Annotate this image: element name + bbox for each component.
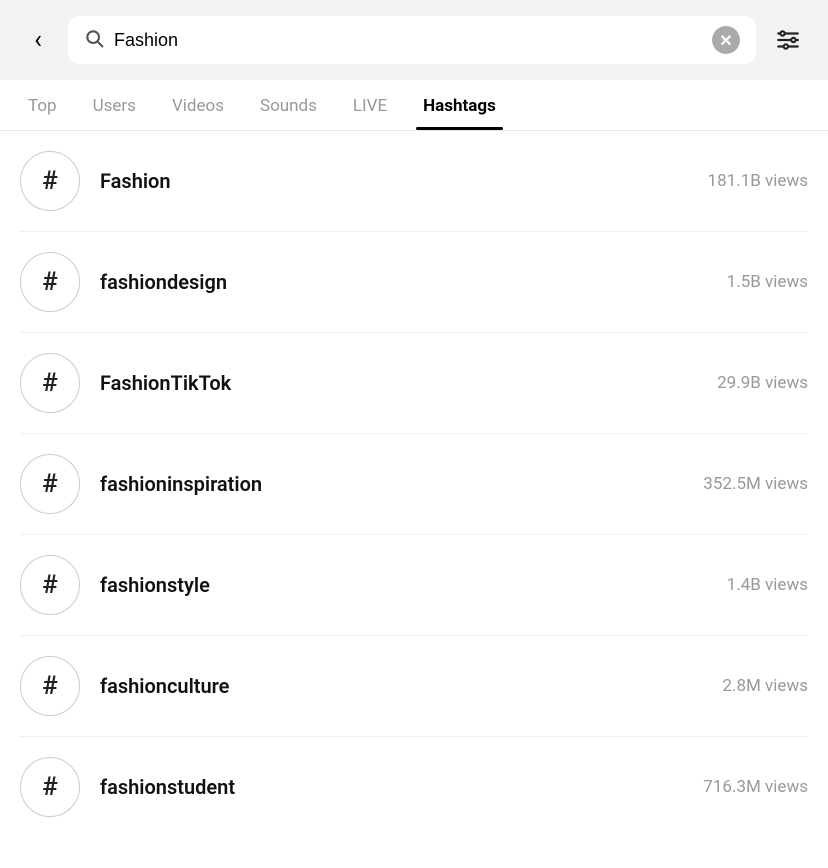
hashtag-list: # Fashion 181.1B views # fashiondesign 1… <box>0 131 828 837</box>
item-info: fashionstudent <box>100 775 683 799</box>
hashtag-icon: # <box>20 757 80 817</box>
hashtag-name: fashioninspiration <box>100 472 683 496</box>
clear-icon: ✕ <box>719 31 732 50</box>
hashtag-views: 352.5M views <box>703 474 808 494</box>
search-header: ‹ Fashion ✕ <box>0 0 828 80</box>
list-item[interactable]: # fashiondesign 1.5B views <box>20 232 808 333</box>
hashtag-views: 1.4B views <box>727 575 808 595</box>
item-info: fashionculture <box>100 674 702 698</box>
hashtag-icon: # <box>20 353 80 413</box>
hashtag-icon: # <box>20 555 80 615</box>
filter-button[interactable] <box>768 20 808 60</box>
hashtag-name: Fashion <box>100 169 688 193</box>
list-item[interactable]: # fashionstudent 716.3M views <box>20 737 808 837</box>
item-info: fashioninspiration <box>100 472 683 496</box>
hashtag-views: 29.9B views <box>717 373 808 393</box>
tab-hashtags[interactable]: Hashtags <box>405 80 514 130</box>
tab-top[interactable]: Top <box>10 80 75 130</box>
filter-icon <box>775 27 801 53</box>
item-info: Fashion <box>100 169 688 193</box>
list-item[interactable]: # Fashion 181.1B views <box>20 131 808 232</box>
list-item[interactable]: # fashionstyle 1.4B views <box>20 535 808 636</box>
search-bar: Fashion ✕ <box>68 16 756 64</box>
hashtag-name: fashiondesign <box>100 270 707 294</box>
hashtag-views: 181.1B views <box>708 171 808 191</box>
item-info: fashiondesign <box>100 270 707 294</box>
tab-sounds[interactable]: Sounds <box>242 80 335 130</box>
tab-live[interactable]: LIVE <box>335 80 405 130</box>
hashtag-icon: # <box>20 656 80 716</box>
hashtag-icon: # <box>20 454 80 514</box>
list-item[interactable]: # FashionTikTok 29.9B views <box>20 333 808 434</box>
hashtag-views: 716.3M views <box>703 777 808 797</box>
tab-bar: Top Users Videos Sounds LIVE Hashtags <box>0 80 828 131</box>
hashtag-icon: # <box>20 252 80 312</box>
list-item[interactable]: # fashionculture 2.8M views <box>20 636 808 737</box>
hashtag-name: fashionstyle <box>100 573 707 597</box>
back-icon: ‹ <box>34 27 42 53</box>
back-button[interactable]: ‹ <box>20 22 56 58</box>
clear-button[interactable]: ✕ <box>712 26 740 54</box>
list-item[interactable]: # fashioninspiration 352.5M views <box>20 434 808 535</box>
tab-videos[interactable]: Videos <box>154 80 242 130</box>
hashtag-views: 1.5B views <box>727 272 808 292</box>
hashtag-name: fashionculture <box>100 674 702 698</box>
search-icon <box>84 28 104 53</box>
tab-users[interactable]: Users <box>75 80 154 130</box>
item-info: FashionTikTok <box>100 371 697 395</box>
search-input[interactable]: Fashion <box>114 30 702 51</box>
item-info: fashionstyle <box>100 573 707 597</box>
hashtag-icon: # <box>20 151 80 211</box>
hashtag-views: 2.8M views <box>722 676 808 696</box>
hashtag-name: FashionTikTok <box>100 371 697 395</box>
hashtag-name: fashionstudent <box>100 775 683 799</box>
